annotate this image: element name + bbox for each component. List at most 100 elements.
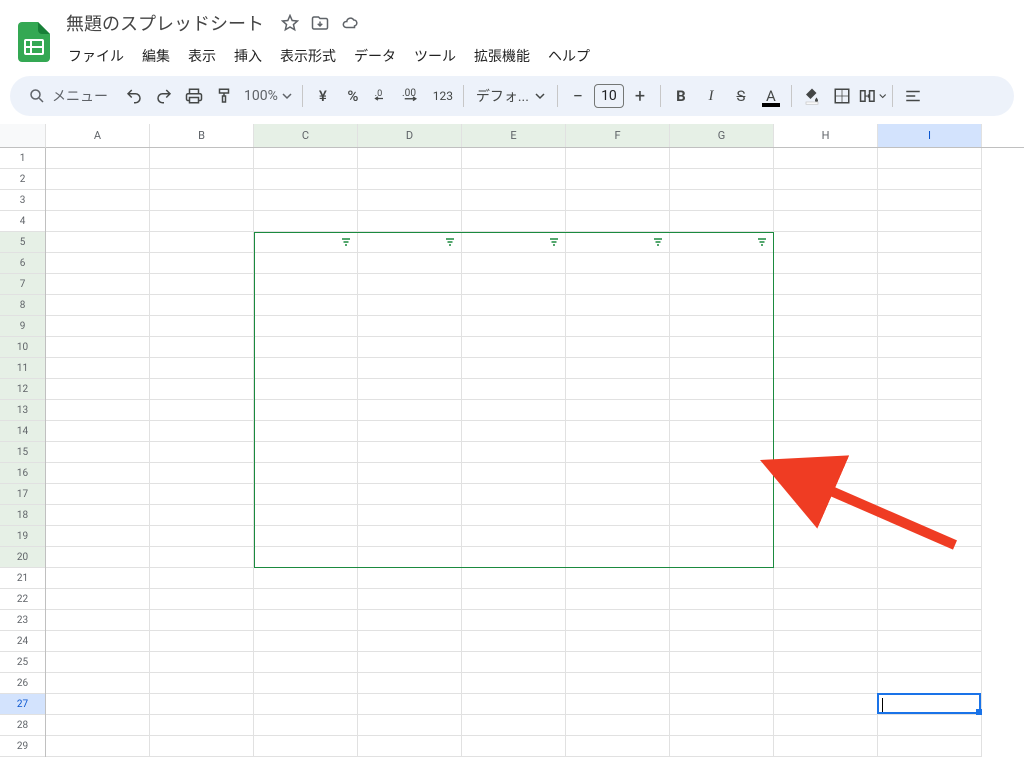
- star-icon[interactable]: [280, 13, 300, 33]
- cell-C16[interactable]: [254, 463, 358, 484]
- paint-format-button[interactable]: [210, 82, 238, 110]
- cell-A17[interactable]: [46, 484, 150, 505]
- font-family-dropdown[interactable]: デフォ...: [470, 86, 551, 106]
- cell-E15[interactable]: [462, 442, 566, 463]
- cell-C3[interactable]: [254, 190, 358, 211]
- cell-I19[interactable]: [878, 526, 982, 547]
- filter-icon-C[interactable]: [340, 236, 352, 248]
- cell-I23[interactable]: [878, 610, 982, 631]
- cell-E28[interactable]: [462, 715, 566, 736]
- font-size-input[interactable]: 10: [594, 84, 624, 108]
- cell-A16[interactable]: [46, 463, 150, 484]
- cell-C8[interactable]: [254, 295, 358, 316]
- cell-F26[interactable]: [566, 673, 670, 694]
- menu-3[interactable]: 挿入: [226, 42, 270, 70]
- cell-E10[interactable]: [462, 337, 566, 358]
- bold-button[interactable]: B: [667, 82, 695, 110]
- cell-B23[interactable]: [150, 610, 254, 631]
- cell-F12[interactable]: [566, 379, 670, 400]
- row-header-12[interactable]: 12: [0, 379, 45, 400]
- cell-D4[interactable]: [358, 211, 462, 232]
- cell-H26[interactable]: [774, 673, 878, 694]
- cell-C10[interactable]: [254, 337, 358, 358]
- cell-D3[interactable]: [358, 190, 462, 211]
- cell-F16[interactable]: [566, 463, 670, 484]
- cell-C18[interactable]: [254, 505, 358, 526]
- cell-I15[interactable]: [878, 442, 982, 463]
- cell-F23[interactable]: [566, 610, 670, 631]
- cell-A20[interactable]: [46, 547, 150, 568]
- cell-F25[interactable]: [566, 652, 670, 673]
- cell-C27[interactable]: [254, 694, 358, 715]
- row-header-16[interactable]: 16: [0, 463, 45, 484]
- cell-I18[interactable]: [878, 505, 982, 526]
- cell-C14[interactable]: [254, 421, 358, 442]
- cell-H8[interactable]: [774, 295, 878, 316]
- cell-F11[interactable]: [566, 358, 670, 379]
- row-header-4[interactable]: 4: [0, 211, 45, 232]
- cell-B6[interactable]: [150, 253, 254, 274]
- cell-H19[interactable]: [774, 526, 878, 547]
- menu-6[interactable]: ツール: [406, 42, 464, 70]
- cell-F10[interactable]: [566, 337, 670, 358]
- cell-H14[interactable]: [774, 421, 878, 442]
- cell-D10[interactable]: [358, 337, 462, 358]
- cell-E8[interactable]: [462, 295, 566, 316]
- cell-A28[interactable]: [46, 715, 150, 736]
- cell-I4[interactable]: [878, 211, 982, 232]
- cell-C13[interactable]: [254, 400, 358, 421]
- cell-E17[interactable]: [462, 484, 566, 505]
- cell-D2[interactable]: [358, 169, 462, 190]
- cell-G9[interactable]: [670, 316, 774, 337]
- cell-I5[interactable]: [878, 232, 982, 253]
- cell-C11[interactable]: [254, 358, 358, 379]
- cell-E16[interactable]: [462, 463, 566, 484]
- cell-B2[interactable]: [150, 169, 254, 190]
- cell-H29[interactable]: [774, 736, 878, 757]
- currency-yen-button[interactable]: ¥: [309, 82, 337, 110]
- cell-C25[interactable]: [254, 652, 358, 673]
- cell-B17[interactable]: [150, 484, 254, 505]
- cell-D21[interactable]: [358, 568, 462, 589]
- cell-I12[interactable]: [878, 379, 982, 400]
- cell-H20[interactable]: [774, 547, 878, 568]
- cell-H13[interactable]: [774, 400, 878, 421]
- cell-G8[interactable]: [670, 295, 774, 316]
- cell-H9[interactable]: [774, 316, 878, 337]
- cell-D26[interactable]: [358, 673, 462, 694]
- cell-A19[interactable]: [46, 526, 150, 547]
- cell-B10[interactable]: [150, 337, 254, 358]
- cell-D19[interactable]: [358, 526, 462, 547]
- menu-1[interactable]: 編集: [134, 42, 178, 70]
- cell-H17[interactable]: [774, 484, 878, 505]
- cell-A9[interactable]: [46, 316, 150, 337]
- strikethrough-button[interactable]: S: [727, 82, 755, 110]
- cell-D9[interactable]: [358, 316, 462, 337]
- cell-I9[interactable]: [878, 316, 982, 337]
- cell-E7[interactable]: [462, 274, 566, 295]
- cell-C7[interactable]: [254, 274, 358, 295]
- cell-D28[interactable]: [358, 715, 462, 736]
- cell-G16[interactable]: [670, 463, 774, 484]
- cell-G20[interactable]: [670, 547, 774, 568]
- cell-B9[interactable]: [150, 316, 254, 337]
- cell-H6[interactable]: [774, 253, 878, 274]
- column-header-H[interactable]: H: [774, 124, 878, 147]
- cell-G7[interactable]: [670, 274, 774, 295]
- cell-F3[interactable]: [566, 190, 670, 211]
- row-header-11[interactable]: 11: [0, 358, 45, 379]
- cell-B24[interactable]: [150, 631, 254, 652]
- row-header-22[interactable]: 22: [0, 589, 45, 610]
- cell-E23[interactable]: [462, 610, 566, 631]
- cell-G25[interactable]: [670, 652, 774, 673]
- cell-B21[interactable]: [150, 568, 254, 589]
- row-header-1[interactable]: 1: [0, 148, 45, 169]
- cell-B14[interactable]: [150, 421, 254, 442]
- cell-B29[interactable]: [150, 736, 254, 757]
- column-header-A[interactable]: A: [46, 124, 150, 147]
- cell-B26[interactable]: [150, 673, 254, 694]
- cell-H22[interactable]: [774, 589, 878, 610]
- cell-E18[interactable]: [462, 505, 566, 526]
- cell-H27[interactable]: [774, 694, 878, 715]
- cell-H5[interactable]: [774, 232, 878, 253]
